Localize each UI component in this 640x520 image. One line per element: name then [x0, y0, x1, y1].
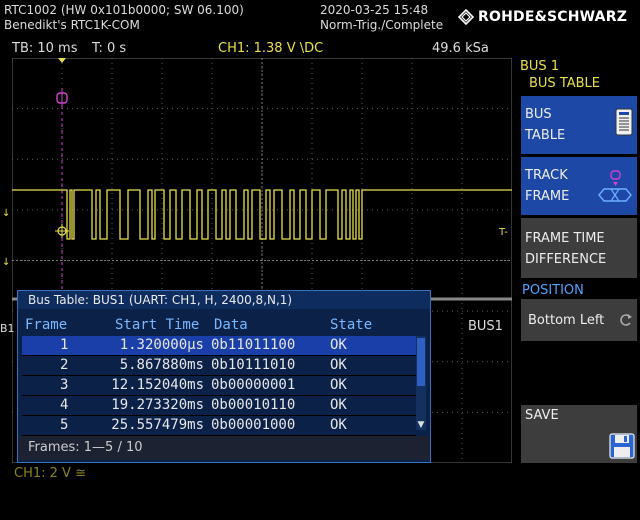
floppy-icon: [609, 433, 635, 459]
bus-table-scrollbar[interactable]: ▼: [416, 336, 426, 430]
softkey-label: SAVE: [525, 408, 559, 423]
timebase-label[interactable]: TB: 10 ms: [12, 41, 77, 56]
menu-title-bus-table: BUS TABLE: [529, 76, 601, 91]
menu-title: BUS 1 BUS TABLE: [520, 58, 600, 92]
table-row[interactable]: 5 25.557479ms 0b00001000 OK: [22, 416, 416, 436]
bus-table-rows: 1 1.320000µs 0b11011100 OK 2 5.867880ms …: [22, 336, 416, 436]
cell-start-time: 12.152040ms: [111, 377, 204, 393]
bus-table-title: Bus Table: BUS1 (UART: CH1, H, 2400,8,N,…: [18, 291, 430, 309]
cell-frame: 2: [60, 357, 69, 373]
cell-state: OK: [330, 417, 347, 433]
bus-table-footer: Frames: 1—5 / 10: [18, 436, 430, 460]
softkey-label: DIFFERENCE: [525, 252, 607, 267]
cell-data: 0b00000001: [211, 377, 296, 393]
scrollbar-thumb[interactable]: [417, 338, 425, 386]
cell-state: OK: [330, 357, 347, 373]
datetime-label: 2020-03-25 15:48: [320, 3, 429, 17]
cell-state: OK: [330, 337, 347, 353]
table-row[interactable]: 3 12.152040ms 0b00000001 OK: [22, 376, 416, 396]
cell-start-time: 19.273320ms: [111, 397, 204, 413]
trigger-status-label: Norm-Trig./Complete: [320, 18, 444, 32]
brand-logo: ROHDE&SCHWARZ: [458, 9, 627, 25]
softkey-label: FRAME: [525, 189, 570, 204]
softkey-label: FRAME TIME: [525, 231, 605, 246]
table-row[interactable]: 2 5.867880ms 0b10111010 OK: [22, 356, 416, 376]
col-start-time-header: Start Time: [115, 317, 200, 333]
table-icon: [615, 108, 633, 136]
bus-table-window[interactable]: Bus Table: BUS1 (UART: CH1, H, 2400,8,N,…: [17, 290, 431, 463]
cell-start-time: 25.557479ms: [111, 417, 204, 433]
ch1-scale-label[interactable]: CH1: 2 V ≅: [14, 466, 86, 481]
track-frame-softkey[interactable]: TRACK FRAME: [521, 157, 637, 215]
right-level-marker: T-: [498, 227, 508, 238]
table-row[interactable]: 1 1.320000µs 0b11011100 OK: [22, 336, 416, 356]
cell-frame: 3: [60, 377, 69, 393]
ch1-level-marker-low: ↓: [2, 257, 11, 268]
cell-frame: 4: [60, 397, 69, 413]
col-state-header: State: [330, 317, 373, 333]
channel-setting-label[interactable]: CH1: 1.38 V \DC: [218, 41, 323, 56]
bus-marker-label: B1: [0, 322, 15, 335]
scroll-down-icon[interactable]: ▼: [416, 420, 426, 430]
softkey-label: BUS: [525, 107, 552, 122]
softkey-label: TRACK: [525, 168, 568, 183]
frame-time-difference-softkey[interactable]: FRAME TIME DIFFERENCE: [521, 218, 637, 278]
save-softkey[interactable]: SAVE: [521, 405, 637, 463]
acquisition-info: 2020-03-25 15:48 Norm-Trig./Complete: [320, 3, 443, 33]
trigger-time-label[interactable]: T: 0 s: [92, 41, 126, 56]
status-bar: TB: 10 ms T: 0 s CH1: 1.38 V \DC 49.6 kS…: [0, 40, 516, 58]
bus1-trace-label: BUS1: [468, 319, 503, 334]
bus-table-softkey[interactable]: BUS TABLE: [521, 96, 637, 154]
cell-start-time: 1.320000µs: [119, 337, 204, 353]
ch1-level-marker-high: ↓: [2, 208, 11, 219]
col-data-header: Data: [214, 317, 248, 333]
position-value: Bottom Left: [528, 313, 605, 328]
col-frame-header: Frame: [25, 317, 68, 333]
position-softkey[interactable]: Bottom Left: [521, 299, 637, 341]
cell-start-time: 5.867880ms: [119, 357, 204, 373]
cell-data: 0b10111010: [211, 357, 296, 373]
cell-data: 0b11011100: [211, 337, 296, 353]
track-frame-icon: [598, 170, 632, 202]
device-model-line: RTC1002 (HW 0x101b0000; SW 06.100): [4, 3, 244, 17]
cell-data: 0b00010110: [211, 397, 296, 413]
softkey-label: TABLE: [525, 128, 566, 143]
cell-frame: 1: [60, 337, 69, 353]
device-info: RTC1002 (HW 0x101b0000; SW 06.100) Bened…: [4, 3, 244, 33]
rotate-icon: [620, 314, 632, 326]
cell-state: OK: [330, 377, 347, 393]
table-row[interactable]: 4 19.273320ms 0b00010110 OK: [22, 396, 416, 416]
cell-state: OK: [330, 397, 347, 413]
device-user-line: Benedikt's RTC1K-COM: [4, 18, 140, 32]
bus-table-header: Frame Start Time Data State: [22, 317, 418, 335]
position-label: POSITION: [522, 283, 584, 298]
rs-diamond-icon: [458, 9, 474, 25]
brand-name: ROHDE&SCHWARZ: [478, 9, 628, 25]
cell-frame: 5: [60, 417, 69, 433]
cell-data: 0b00001000: [211, 417, 296, 433]
sample-rate-label: 49.6 kSa: [432, 41, 489, 56]
menu-title-bus: BUS 1: [520, 59, 560, 74]
